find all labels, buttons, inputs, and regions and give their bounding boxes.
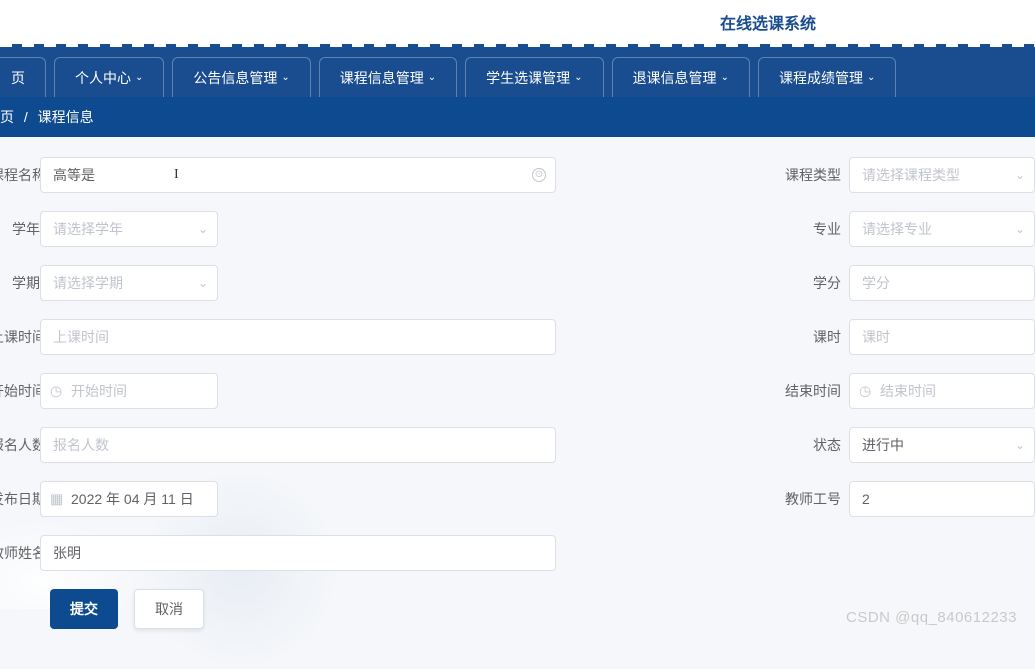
label-class-time: 上课时间 <box>0 327 40 347</box>
cancel-button[interactable]: 取消 <box>134 589 204 629</box>
form-area: 课程名称 I ⊙ 课程类型 ⌄ 学年 ⌄ 专业 <box>0 137 1035 629</box>
label-status: 状态 <box>781 435 841 455</box>
chevron-down-icon: ⌄ <box>721 72 729 83</box>
breadcrumb-separator: / <box>24 109 28 125</box>
label-major: 专业 <box>781 219 841 239</box>
chevron-down-icon: ⌄ <box>281 72 289 83</box>
class-time-input[interactable] <box>40 319 556 355</box>
nav-student-select-mgmt[interactable]: 学生选课管理⌄ <box>465 57 603 97</box>
text-cursor-icon: I <box>174 167 175 183</box>
teacher-id-input[interactable] <box>849 481 1035 517</box>
chevron-down-icon: ⌄ <box>135 72 143 83</box>
label-course-type: 课程类型 <box>781 165 841 185</box>
semester-select[interactable] <box>40 265 218 301</box>
course-type-select[interactable] <box>849 157 1035 193</box>
start-time-input[interactable] <box>40 373 218 409</box>
label-semester: 学期 <box>0 273 40 293</box>
enroll-count-input[interactable] <box>40 427 556 463</box>
label-teacher-name: 教师姓名 <box>0 543 40 563</box>
nav-personal-center[interactable]: 个人中心⌄ <box>54 57 164 97</box>
publish-date-input[interactable] <box>40 481 218 517</box>
label-end-time: 结束时间 <box>781 381 841 401</box>
header: 在线选课系统 <box>0 0 1035 44</box>
clear-icon[interactable]: ⊙ <box>532 168 546 182</box>
course-name-input[interactable] <box>40 157 556 193</box>
nav-home[interactable]: 页 <box>0 57 46 97</box>
label-hours: 课时 <box>781 327 841 347</box>
chevron-down-icon: ⌄ <box>867 72 875 83</box>
breadcrumb-home[interactable]: 页 <box>0 109 14 125</box>
nav-withdraw-mgmt[interactable]: 退课信息管理⌄ <box>612 57 750 97</box>
year-select[interactable] <box>40 211 218 247</box>
breadcrumb-current: 课程信息 <box>38 109 94 125</box>
watermark: CSDN @qq_840612233 <box>846 609 1017 626</box>
hours-input[interactable] <box>849 319 1035 355</box>
label-publish-date: 发布日期 <box>0 489 40 509</box>
nav-grade-mgmt[interactable]: 课程成绩管理⌄ <box>758 57 896 97</box>
label-enroll-count: 报名人数 <box>0 435 40 455</box>
chevron-down-icon: ⌄ <box>574 72 582 83</box>
teacher-name-input[interactable] <box>40 535 556 571</box>
end-time-input[interactable] <box>849 373 1035 409</box>
credit-input[interactable] <box>849 265 1035 301</box>
label-start-time: 开始时间 <box>0 381 40 401</box>
major-select[interactable] <box>849 211 1035 247</box>
label-credit: 学分 <box>781 273 841 293</box>
label-course-name: 课程名称 <box>0 165 40 185</box>
label-teacher-id: 教师工号 <box>781 489 841 509</box>
chevron-down-icon: ⌄ <box>428 72 436 83</box>
label-year: 学年 <box>0 219 40 239</box>
breadcrumb: 页 / 课程信息 <box>0 97 1035 137</box>
main-nav: 页 个人中心⌄ 公告信息管理⌄ 课程信息管理⌄ 学生选课管理⌄ 退课信息管理⌄ … <box>0 47 1035 97</box>
submit-button[interactable]: 提交 <box>50 589 118 629</box>
status-select[interactable] <box>849 427 1035 463</box>
system-title: 在线选课系统 <box>720 10 816 34</box>
nav-announcement-mgmt[interactable]: 公告信息管理⌄ <box>172 57 310 97</box>
nav-course-info-mgmt[interactable]: 课程信息管理⌄ <box>319 57 457 97</box>
